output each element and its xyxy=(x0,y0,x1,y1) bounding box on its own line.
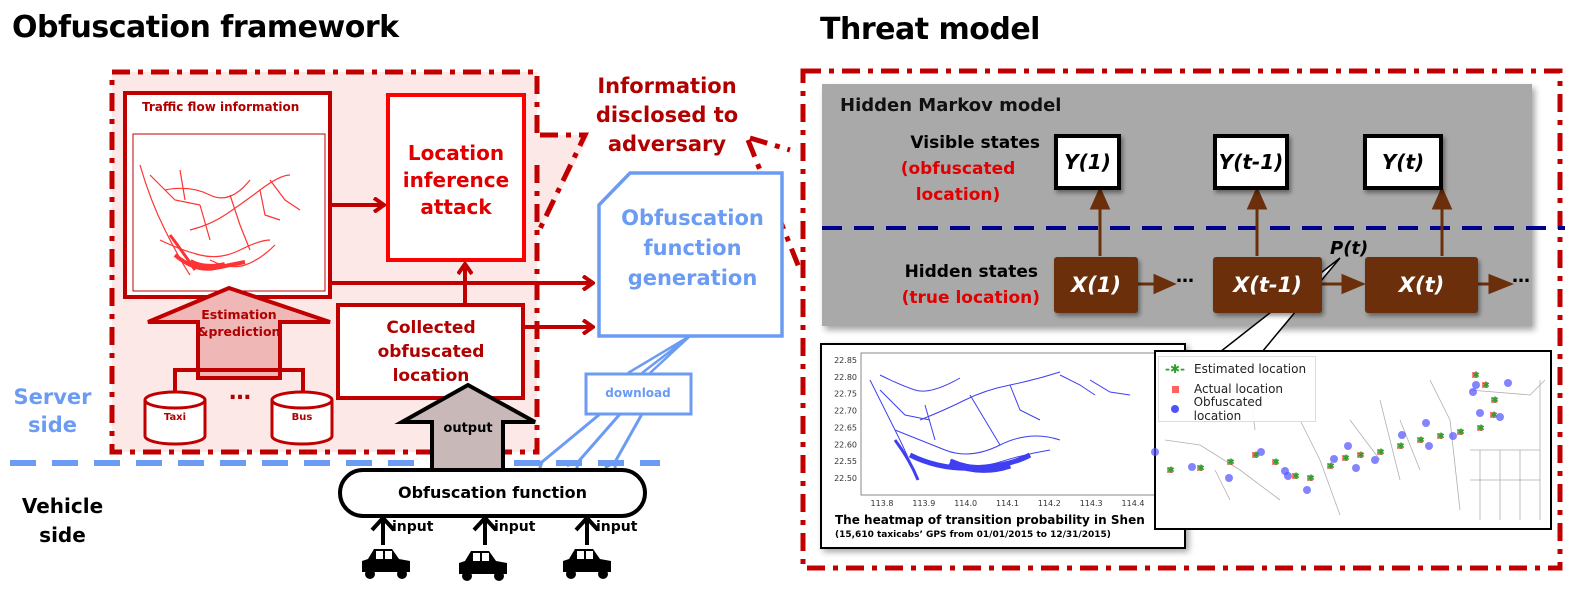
estimated-location-point: ✱ xyxy=(1307,474,1315,484)
obfuscated-marker-icon xyxy=(1162,405,1188,413)
legend-obfuscated-label: Obfuscated location xyxy=(1193,395,1263,423)
estimated-location-point: ✱ xyxy=(1292,472,1300,482)
obfuscated-location-point xyxy=(1422,419,1430,427)
estimated-location-point: ✱ xyxy=(1272,458,1280,468)
estimated-location-point: ✱ xyxy=(1491,396,1499,406)
estimated-location-point: ✱ xyxy=(1327,462,1335,472)
obfuscated-location-point xyxy=(1188,463,1196,471)
obfuscated-location-point xyxy=(1281,467,1289,475)
obfuscated-location-point xyxy=(1257,448,1265,456)
estimated-location-point: ✱ xyxy=(1167,466,1175,476)
estimated-location-point: ✱ xyxy=(1477,424,1485,434)
obfuscated-location-point xyxy=(1398,431,1406,439)
obfuscated-location-point xyxy=(1352,464,1360,472)
obfuscated-location-point xyxy=(1425,442,1433,450)
obfuscated-location-point xyxy=(1472,381,1480,389)
estimated-location-point: ✱ xyxy=(1437,432,1445,442)
estimated-location-point: ✱ xyxy=(1457,428,1465,438)
obfuscated-location-point xyxy=(1330,455,1338,463)
estimated-location-point: ✱ xyxy=(1417,436,1425,446)
estimated-location-point: ✱ xyxy=(1357,451,1365,461)
estimated-location-point: ✱ xyxy=(1342,454,1350,464)
obfuscated-location-point xyxy=(1449,432,1457,440)
obfuscated-location-point xyxy=(1344,442,1352,450)
estimated-location-point: ✱ xyxy=(1197,464,1205,474)
legend-actual-label: Actual location xyxy=(1194,382,1284,396)
obfuscated-location-point xyxy=(1151,448,1159,456)
estimated-location-point: ✱ xyxy=(1472,371,1480,381)
obfuscated-location-point xyxy=(1496,413,1504,421)
obfuscated-location-point xyxy=(1303,486,1311,494)
obfuscated-location-point xyxy=(1504,379,1512,387)
obfuscated-location-point xyxy=(1225,474,1233,482)
obfuscated-location-point xyxy=(1469,388,1477,396)
estimated-location-point: ✱ xyxy=(1397,442,1405,452)
trajectory-plot: ✱ ✱✱✱✱✱ ✱✱✱ ✱ ✱✱✱ ✱ ✱ ✱✱✱✱✱ xyxy=(1151,371,1546,520)
legend-estimated-label: Estimated location xyxy=(1194,362,1307,376)
obfuscated-location-point xyxy=(1371,456,1379,464)
estimated-marker-icon: -✱- xyxy=(1164,362,1185,376)
estimated-location-point: ✱ xyxy=(1377,448,1385,458)
estimated-location-point: ✱ xyxy=(1482,381,1490,391)
legend-obfuscated: Obfuscated location xyxy=(1162,395,1312,423)
actual-marker-icon xyxy=(1162,385,1188,393)
trajectory-legend: -✱- Estimated location Actual location Ob… xyxy=(1158,356,1316,423)
estimated-location-point: ✱ xyxy=(1227,458,1235,468)
legend-estimated: -✱- Estimated location xyxy=(1162,359,1312,379)
obfuscated-location-point xyxy=(1476,409,1484,417)
